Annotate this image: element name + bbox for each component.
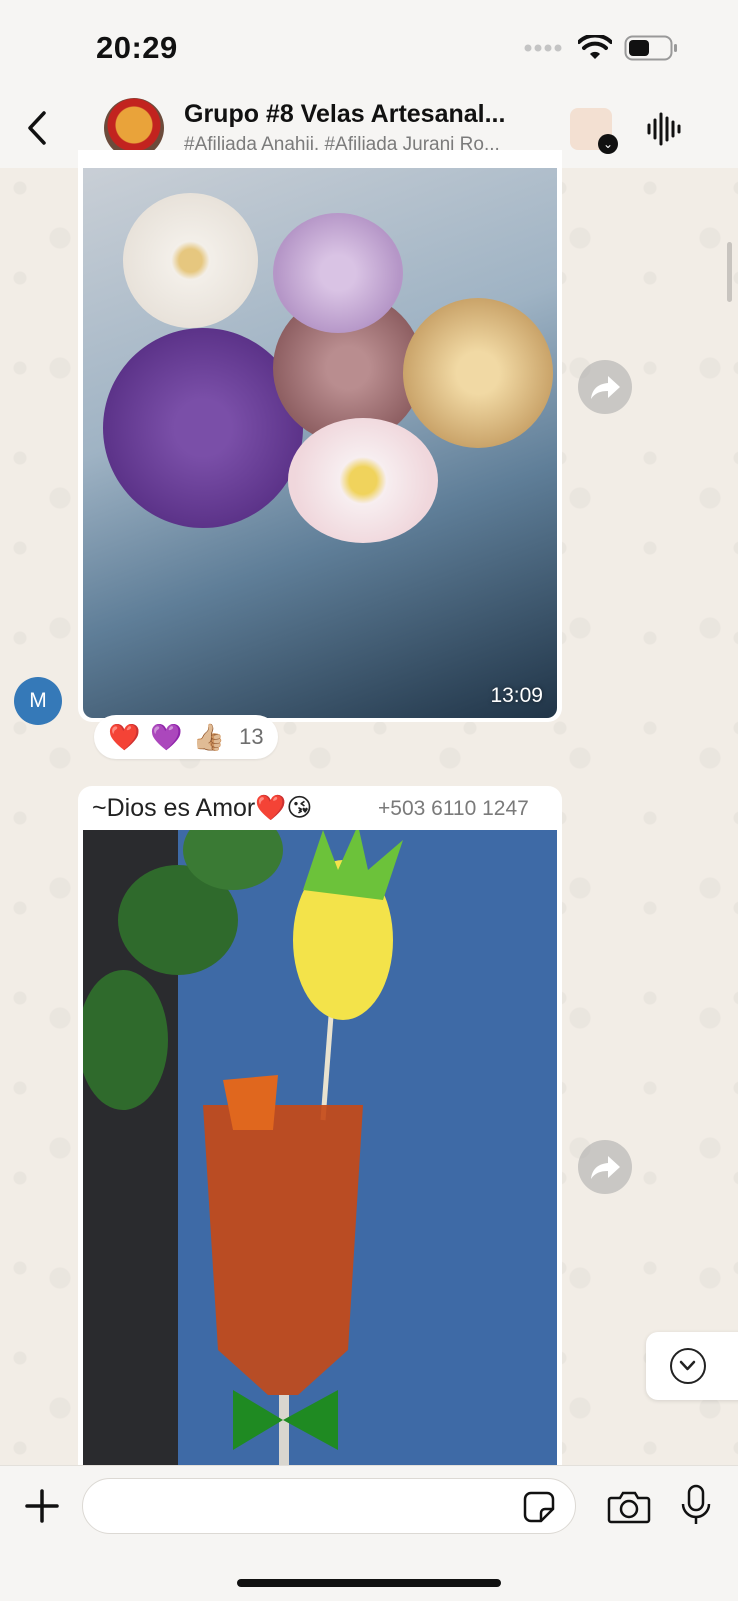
- scroll-to-bottom-button[interactable]: [646, 1332, 738, 1400]
- signal-icon: [524, 44, 562, 52]
- forward-button[interactable]: [578, 1140, 632, 1194]
- forward-icon: [591, 376, 620, 399]
- chevron-down-icon: [670, 1348, 706, 1384]
- wifi-icon: [578, 35, 612, 59]
- forward-icon: [591, 1156, 620, 1179]
- waveform-icon[interactable]: [646, 112, 682, 146]
- camera-button[interactable]: [607, 1490, 651, 1524]
- message-image[interactable]: 13:09: [83, 168, 557, 718]
- reaction-count: 13: [239, 724, 264, 749]
- message-input[interactable]: [82, 1478, 576, 1534]
- reaction-thumbs-up: 👍🏼: [192, 722, 226, 752]
- sender-name[interactable]: ~Dios es Amor❤️😘: [92, 793, 312, 823]
- community-icon[interactable]: ⌄: [570, 108, 618, 154]
- sender-avatar[interactable]: M: [14, 677, 62, 725]
- flower-candle: [123, 193, 258, 328]
- message-image[interactable]: [83, 830, 557, 1466]
- reactions-bar[interactable]: ❤️ 💜 👍🏼 13: [94, 715, 278, 759]
- group-avatar[interactable]: [104, 98, 164, 158]
- forward-button[interactable]: [578, 360, 632, 414]
- flower-candle: [403, 298, 553, 448]
- battery-icon: [624, 35, 677, 61]
- flower-candle: [273, 213, 403, 333]
- chevron-down-icon: ⌄: [598, 134, 618, 154]
- status-bar: 20:29: [0, 0, 738, 100]
- message-timestamp: 13:09: [490, 684, 543, 707]
- reaction-heart: ❤️: [108, 722, 141, 752]
- mic-button[interactable]: [679, 1484, 713, 1526]
- back-button[interactable]: [22, 110, 52, 146]
- home-indicator: [237, 1579, 501, 1587]
- group-title[interactable]: Grupo #8 Velas Artesanal...: [184, 100, 544, 129]
- sticker-icon[interactable]: [523, 1491, 555, 1523]
- drink-illustration: [83, 830, 403, 1466]
- reaction-purple-heart: 💜: [150, 722, 183, 752]
- status-icons: [524, 35, 678, 61]
- sender-phone[interactable]: +503 6110 1247: [378, 797, 529, 821]
- add-attachment-button[interactable]: [24, 1488, 60, 1524]
- status-time: 20:29: [96, 30, 178, 65]
- flower-candle: [288, 418, 438, 543]
- scroll-indicator[interactable]: [727, 242, 732, 302]
